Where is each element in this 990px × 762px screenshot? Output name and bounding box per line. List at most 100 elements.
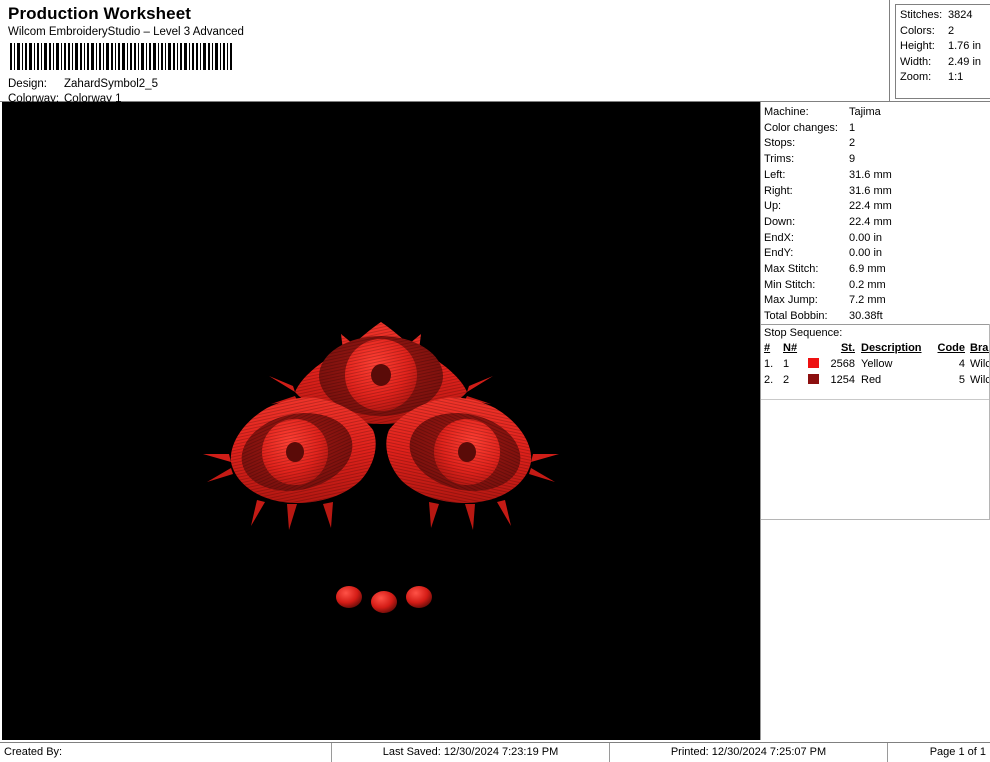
stat-label: Height: — [900, 40, 935, 53]
machine-info-list: Machine: Tajima Color changes: 1 Stops: 2 T… — [761, 102, 990, 325]
table-header-row: # N# St. Description Code Brand — [761, 341, 990, 356]
barcode-icon — [8, 43, 234, 70]
stat-value: 1:1 — [948, 71, 964, 84]
info-label: Machine: — [764, 106, 809, 118]
info-label: Max Jump: — [764, 294, 818, 307]
cell-code: 4 — [958, 358, 965, 370]
application-name: Wilcom EmbroideryStudio – Level 3 Advanc… — [8, 26, 244, 38]
info-label: Left: — [764, 168, 786, 181]
footer-page-number: Page 1 of 1 — [929, 746, 986, 758]
info-value: 0.00 in — [849, 231, 883, 244]
stat-row: Zoom: 1:1 — [900, 70, 990, 86]
info-value: 22.4 mm — [849, 200, 892, 213]
info-value: 0.00 in — [849, 247, 883, 260]
stat-label: Width: — [900, 55, 932, 68]
cell-index: 1. — [764, 358, 774, 370]
stat-row: Stitches: 3824 — [900, 8, 990, 24]
cell-index: 2. — [764, 374, 774, 386]
info-value: 22.4 mm — [849, 215, 892, 228]
info-value: 2 — [849, 137, 856, 150]
stop-sequence-table: # N# St. Description Code Brand 1. 1 256… — [761, 341, 990, 388]
col-header-index: # — [764, 342, 771, 354]
info-row-up: Up: 22.4 mm — [764, 199, 990, 215]
worksheet-header: Production Worksheet Wilcom EmbroiderySt… — [0, 0, 990, 105]
design-preview-canvas[interactable] — [2, 102, 760, 740]
table-row[interactable]: 1. 1 2568 Yellow 4 Wilcom — [761, 356, 990, 372]
info-label: Color changes: — [764, 121, 838, 134]
thread-color-swatch — [807, 358, 819, 368]
info-label: Max Stitch: — [764, 263, 819, 276]
col-header-needle: N# — [783, 342, 798, 354]
info-row-right: Right: 31.6 mm — [764, 184, 990, 200]
stat-row: Colors: 2 — [900, 24, 990, 40]
info-row-trims: Trims: 9 — [764, 152, 990, 168]
stat-value: 2 — [948, 24, 955, 37]
stat-label: Colors: — [900, 24, 935, 37]
info-row-color-changes: Color changes: 1 — [764, 121, 990, 137]
info-value: 0.2 mm — [849, 278, 886, 291]
stat-value: 3824 — [948, 9, 973, 21]
stat-row: Width: 2.49 in — [900, 55, 990, 71]
info-label: Min Stitch: — [764, 278, 816, 291]
info-row-max-jump: Max Jump: 7.2 mm — [764, 293, 990, 309]
info-value: 1 — [849, 121, 856, 134]
thread-color-swatch — [807, 374, 819, 384]
col-header-description: Description — [861, 342, 922, 354]
col-header-swatch — [805, 341, 823, 356]
info-row-max-stitch: Max Stitch: 6.9 mm — [764, 262, 990, 278]
info-label: EndX: — [764, 231, 794, 244]
info-value: 31.6 mm — [849, 184, 892, 197]
cell-swatch — [805, 356, 823, 372]
cell-stitches: 1254 — [830, 374, 855, 386]
cell-swatch — [805, 372, 823, 388]
info-label: EndY: — [764, 247, 794, 260]
info-row-machine: Machine: Tajima — [764, 105, 990, 121]
design-label: Design: — [8, 78, 47, 90]
info-label: Total Bobbin: — [764, 310, 828, 323]
stat-label: Stitches: — [900, 9, 943, 21]
info-row-min-stitch: Min Stitch: 0.2 mm — [764, 278, 990, 294]
worksheet-footer: Created By: Last Saved: 12/30/2024 7:23:… — [0, 742, 990, 762]
info-value: 30.38ft — [849, 310, 883, 323]
footer-last-saved: Last Saved: 12/30/2024 7:23:19 PM — [332, 743, 610, 762]
info-value: 31.6 mm — [849, 168, 892, 181]
design-stats-box: Stitches: 3824 Colors: 2 Height: 1.76 in Wi… — [890, 0, 990, 101]
cell-code: 5 — [958, 374, 965, 386]
info-row-stops: Stops: 2 — [764, 136, 990, 152]
col-header-stitches: St. — [840, 342, 855, 354]
info-row-endy: EndY: 0.00 in — [764, 246, 990, 262]
stop-sequence-end-border — [761, 519, 990, 520]
info-label: Trims: — [764, 153, 795, 166]
info-value: 6.9 mm — [849, 263, 886, 276]
header-left-block: Production Worksheet Wilcom EmbroiderySt… — [0, 0, 890, 105]
cell-description: Red — [861, 374, 882, 386]
cell-brand: Wilcom — [970, 358, 990, 370]
stat-label: Zoom: — [900, 71, 932, 84]
stop-sequence-title: Stop Sequence: — [764, 327, 843, 339]
info-value: 9 — [849, 153, 856, 166]
stat-row: Height: 1.76 in — [900, 39, 990, 55]
info-label: Right: — [764, 184, 793, 197]
machine-info-panel: Machine: Tajima Color changes: 1 Stops: 2 T… — [760, 102, 990, 740]
cell-brand: Wilcom — [970, 374, 990, 386]
cell-description: Yellow — [861, 358, 893, 370]
info-row-left: Left: 31.6 mm — [764, 168, 990, 184]
footer-created-by: Created By: — [0, 743, 332, 762]
info-label: Up: — [764, 200, 782, 213]
info-row-endx: EndX: 0.00 in — [764, 231, 990, 247]
info-row-down: Down: 22.4 mm — [764, 215, 990, 231]
design-row: Design: ZahardSymbol2_5 — [8, 77, 881, 92]
stop-sequence-section: Stop Sequence: # N# St. Description Code… — [761, 324, 990, 388]
info-value: 7.2 mm — [849, 294, 886, 307]
info-label: Stops: — [764, 137, 796, 150]
stat-value: 1.76 in — [948, 40, 982, 53]
stat-value: 2.49 in — [948, 55, 982, 68]
cell-needle: 2 — [783, 374, 790, 386]
design-value: ZahardSymbol2_5 — [64, 78, 158, 90]
footer-printed: Printed: 12/30/2024 7:25:07 PM — [610, 743, 888, 762]
table-row[interactable]: 2. 2 1254 Red 5 Wilcom — [761, 372, 990, 388]
info-row-total-bobbin: Total Bobbin: 30.38ft — [764, 309, 990, 325]
three-eye-symbol-artwork — [2, 102, 760, 740]
cell-stitches: 2568 — [830, 358, 855, 370]
info-label: Down: — [764, 215, 796, 228]
